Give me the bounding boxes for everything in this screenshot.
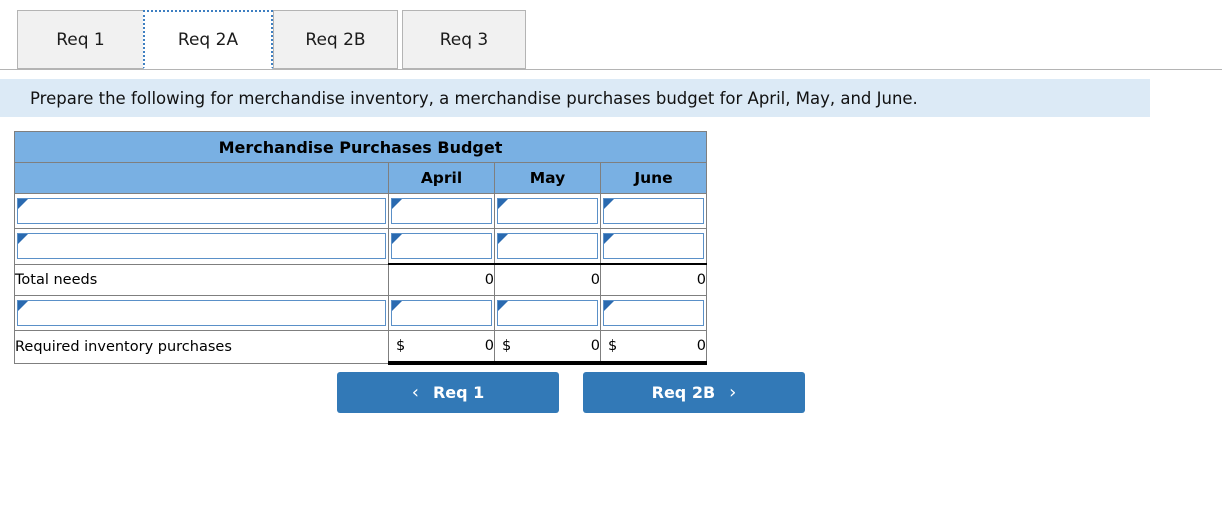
prev-req-1-button[interactable]: ‹ Req 1 (337, 372, 559, 413)
row-0-april-input[interactable] (388, 193, 495, 229)
row-1-may-input[interactable] (494, 228, 601, 265)
column-header-april: April (388, 162, 495, 194)
table-row-required-purchases: Required inventory purchases $ 0 $ 0 $ 0 (14, 330, 707, 365)
table-row (14, 193, 707, 229)
tab-label: Req 3 (439, 29, 489, 50)
tab-req-2a[interactable]: Req 2A (143, 10, 273, 69)
row-1-june-input[interactable] (600, 228, 707, 265)
dropdown-arrow-icon (18, 199, 28, 209)
dropdown-arrow-icon (604, 199, 614, 209)
instruction-text: Prepare the following for merchandise in… (30, 88, 918, 108)
dropdown-arrow-icon (18, 301, 28, 311)
required-purchases-april: $ 0 (388, 330, 495, 365)
total-needs-april: 0 (388, 263, 495, 296)
value: 0 (590, 338, 600, 354)
table-title-row: Merchandise Purchases Budget (14, 131, 707, 163)
dropdown-arrow-icon (604, 301, 614, 311)
table-row (14, 295, 707, 331)
merchandise-purchases-budget-table: Merchandise Purchases Budget April May J… (14, 131, 707, 365)
row-1-label-input[interactable] (14, 228, 389, 265)
table-row-total-needs: Total needs 0 0 0 (14, 263, 707, 296)
row-3-june-input[interactable] (600, 295, 707, 331)
table-header-row: April May June (14, 162, 707, 194)
required-purchases-june: $ 0 (600, 330, 707, 365)
currency-symbol: $ (396, 338, 406, 354)
value: 0 (696, 338, 706, 354)
dropdown-arrow-icon (498, 301, 508, 311)
dropdown-arrow-icon (604, 234, 614, 244)
row-3-label-input[interactable] (14, 295, 389, 331)
table-title: Merchandise Purchases Budget (14, 131, 707, 163)
total-needs-label: Total needs (14, 263, 389, 296)
dropdown-arrow-icon (392, 234, 402, 244)
row-3-may-input[interactable] (494, 295, 601, 331)
dropdown-arrow-icon (498, 234, 508, 244)
next-req-2b-button[interactable]: Req 2B › (583, 372, 805, 413)
prev-button-label: Req 1 (432, 383, 485, 402)
tab-label: Req 2A (177, 29, 239, 50)
value: 0 (484, 338, 494, 354)
chevron-right-icon: › (729, 381, 737, 403)
row-0-june-input[interactable] (600, 193, 707, 229)
dropdown-arrow-icon (18, 234, 28, 245)
dropdown-arrow-icon (392, 301, 402, 311)
required-purchases-may: $ 0 (494, 330, 601, 365)
chevron-left-icon: ‹ (411, 381, 419, 403)
row-0-may-input[interactable] (494, 193, 601, 229)
column-header-blank (14, 162, 389, 194)
dropdown-arrow-icon (392, 199, 402, 209)
tab-req-2b[interactable]: Req 2B (273, 10, 398, 69)
row-1-april-input[interactable] (388, 228, 495, 265)
tab-strip: Req 1 Req 2A Req 2B Req 3 (0, 0, 1222, 70)
row-3-april-input[interactable] (388, 295, 495, 331)
row-0-label-input[interactable] (14, 193, 389, 229)
next-button-label: Req 2B (651, 383, 716, 402)
column-header-june: June (600, 162, 707, 194)
tab-label: Req 1 (56, 29, 105, 50)
table-row (14, 228, 707, 265)
tab-label: Req 2B (305, 29, 366, 50)
column-header-may: May (494, 162, 601, 194)
total-needs-june: 0 (600, 263, 707, 296)
tab-req-1[interactable]: Req 1 (17, 10, 144, 69)
tab-strip-divider (0, 69, 1222, 70)
tab-req-3[interactable]: Req 3 (402, 10, 526, 69)
total-needs-may: 0 (494, 263, 601, 296)
instruction-bar: Prepare the following for merchandise in… (0, 79, 1150, 117)
currency-symbol: $ (502, 338, 512, 354)
dropdown-arrow-icon (498, 199, 508, 209)
required-purchases-label: Required inventory purchases (14, 330, 389, 364)
currency-symbol: $ (608, 338, 618, 354)
